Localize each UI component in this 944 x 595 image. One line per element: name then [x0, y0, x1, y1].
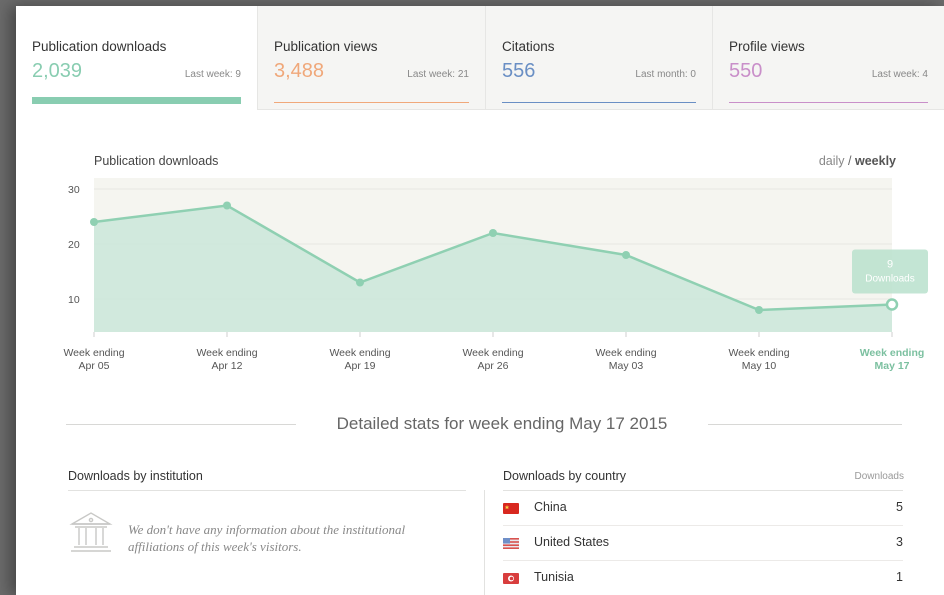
- china-flag-icon: [503, 503, 519, 514]
- highlight-point: [885, 298, 899, 311]
- chart-title: Publication downloads: [94, 154, 219, 168]
- x-tick-label: Week ending: [63, 347, 124, 359]
- x-tick-label: Apr 26: [478, 360, 509, 372]
- data-point: [489, 229, 497, 237]
- country-count: 3: [896, 535, 903, 549]
- data-point: [755, 306, 763, 314]
- tooltip-value: 9: [887, 259, 893, 271]
- tooltip-label: Downloads: [865, 274, 914, 285]
- toggle-daily[interactable]: daily: [819, 154, 845, 168]
- x-tick-label: Week ending: [728, 347, 789, 359]
- period-toggle: daily / weekly: [819, 154, 896, 168]
- us-flag-icon: [503, 538, 519, 549]
- institution-rule: [68, 490, 466, 491]
- detail-title: Detailed stats for week ending May 17 20…: [296, 414, 708, 434]
- country-name: United States: [534, 535, 610, 549]
- country-downloads-column: Downloads: [854, 471, 904, 482]
- x-tick-label: Week ending: [860, 347, 925, 359]
- x-tick-label: Week ending: [329, 347, 390, 359]
- stats-panel: Publication downloads 2,039 Last week: 9…: [16, 6, 944, 595]
- toggle-separator: /: [848, 154, 852, 168]
- data-point: [223, 201, 231, 210]
- country-count: 1: [896, 570, 903, 584]
- data-point: [622, 251, 630, 259]
- x-tick-label: Apr 12: [212, 360, 243, 372]
- x-tick-label: Week ending: [196, 347, 257, 359]
- country-count: 5: [896, 500, 903, 514]
- downloads-chart: 102030Week endingApr 05Week endingApr 12…: [63, 178, 928, 372]
- y-tick-label: 30: [68, 184, 80, 196]
- column-divider: [484, 490, 485, 595]
- x-tick-label: May 17: [874, 360, 909, 372]
- x-tick-label: Apr 19: [345, 360, 376, 372]
- y-tick-label: 20: [68, 239, 80, 251]
- data-point: [90, 218, 98, 226]
- y-tick-label: 10: [68, 294, 80, 306]
- country-heading: Downloads by country: [503, 469, 626, 483]
- country-name: Tunisia: [534, 570, 574, 584]
- institution-empty-message: We don't have any information about the …: [128, 522, 406, 554]
- data-point: [356, 278, 364, 287]
- country-name: China: [534, 500, 567, 514]
- institution-heading: Downloads by institution: [68, 469, 203, 483]
- toggle-weekly[interactable]: weekly: [855, 154, 896, 168]
- country-row: United States 3: [503, 526, 903, 561]
- tooltip-box: [852, 249, 928, 294]
- x-tick-label: May 10: [742, 360, 777, 372]
- tunisia-flag-icon: [503, 573, 519, 584]
- x-tick-label: Week ending: [595, 347, 656, 359]
- country-row: Tunisia 1: [503, 561, 903, 595]
- x-tick-label: Week ending: [462, 347, 523, 359]
- institution-building-icon: [69, 512, 113, 552]
- x-tick-label: Apr 05: [79, 360, 110, 372]
- country-row: China 5: [503, 491, 903, 526]
- x-tick-label: May 03: [609, 360, 644, 372]
